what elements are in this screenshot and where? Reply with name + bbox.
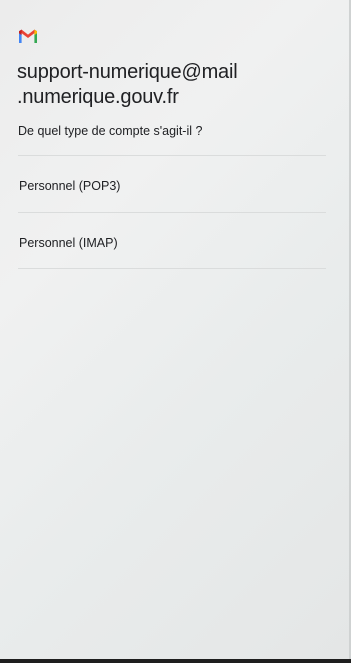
divider: [18, 212, 326, 213]
gmail-logo-icon: [19, 29, 37, 43]
option-pop3[interactable]: Personnel (POP3): [0, 158, 330, 214]
account-email-line-1: support-numerique@mail: [17, 61, 238, 83]
option-imap-label: Personnel (IMAP): [19, 236, 118, 250]
account-email: support-numerique@mail .numerique.gouv.f…: [17, 60, 337, 110]
divider: [18, 155, 326, 156]
account-type-screen: support-numerique@mail .numerique.gouv.f…: [0, 0, 351, 663]
account-type-question: De quel type de compte s'agit-il ?: [18, 124, 203, 138]
account-email-line-2: .numerique.gouv.fr: [17, 86, 179, 108]
option-imap[interactable]: Personnel (IMAP): [0, 214, 330, 270]
bottom-edge: [0, 659, 351, 663]
divider: [18, 268, 326, 269]
option-pop3-label: Personnel (POP3): [19, 179, 121, 193]
